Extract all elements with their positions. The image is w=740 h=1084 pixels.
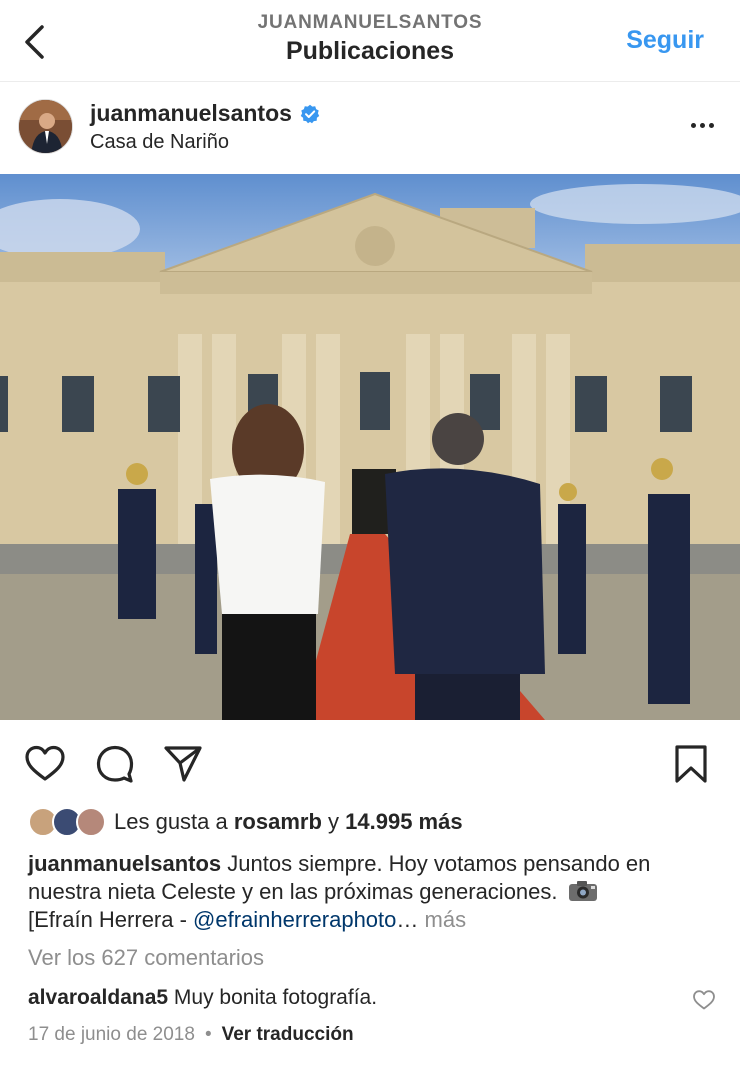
share-button[interactable] bbox=[162, 744, 204, 784]
comment-icon bbox=[96, 745, 134, 783]
likes-count[interactable]: 14.995 más bbox=[345, 809, 462, 834]
save-button[interactable] bbox=[670, 744, 712, 784]
liker-username[interactable]: rosamrb bbox=[234, 809, 322, 834]
comment-text: Muy bonita fotografía. bbox=[168, 986, 378, 1009]
caption-more-link[interactable]: más bbox=[425, 907, 467, 932]
caption-mention[interactable]: @efrainherreraphoto bbox=[193, 907, 396, 932]
top-bar: JUANMANUELSANTOS Publicaciones Seguir bbox=[0, 0, 740, 82]
see-translation-link[interactable]: Ver traducción bbox=[222, 1024, 354, 1046]
like-button[interactable] bbox=[24, 744, 66, 784]
liker-avatar bbox=[76, 807, 106, 837]
comment-username[interactable]: alvaroaldana5 bbox=[28, 986, 168, 1009]
liker-avatars bbox=[28, 807, 106, 837]
post-photo[interactable] bbox=[0, 174, 740, 720]
post-username[interactable]: juanmanuelsantos bbox=[90, 100, 292, 127]
post-date: 17 de junio de 2018 bbox=[28, 1024, 195, 1045]
palace-photo bbox=[0, 174, 740, 720]
action-bar bbox=[0, 720, 740, 806]
comment-heart-icon[interactable] bbox=[692, 989, 716, 1011]
meta-separator: • bbox=[204, 1024, 212, 1045]
verified-badge-icon bbox=[300, 104, 320, 123]
avatar[interactable] bbox=[18, 99, 73, 154]
post-caption: juanmanuelsantos Juntos siempre. Hoy vot… bbox=[28, 850, 718, 934]
likes-connector: y bbox=[321, 809, 346, 834]
avatar-image bbox=[19, 100, 72, 153]
follow-button[interactable]: Seguir bbox=[626, 26, 704, 55]
post-header: juanmanuelsantos Casa de Nariño bbox=[0, 82, 740, 174]
caption-credit: [Efraín Herrera - bbox=[28, 907, 194, 932]
more-options-button[interactable] bbox=[684, 110, 720, 140]
comment-item: alvaroaldana5 Muy bonita fotografía. bbox=[28, 986, 377, 1010]
camera-emoji-icon bbox=[568, 881, 597, 901]
likes-row[interactable]: Les gusta a rosamrb y 14.995 más bbox=[28, 805, 463, 839]
share-icon bbox=[164, 746, 202, 782]
heart-icon bbox=[25, 745, 65, 781]
more-options-icon bbox=[690, 122, 696, 128]
caption-username[interactable]: juanmanuelsantos bbox=[28, 851, 221, 876]
post-location[interactable]: Casa de Nariño bbox=[90, 131, 229, 154]
likes-text: Les gusta a rosamrb y 14.995 más bbox=[114, 809, 463, 835]
view-all-comments-link[interactable]: Ver los 627 comentarios bbox=[28, 945, 264, 971]
likes-prefix: Les gusta a bbox=[114, 809, 234, 834]
post-username-row: juanmanuelsantos bbox=[90, 100, 320, 127]
comment-button[interactable] bbox=[94, 744, 136, 784]
post-meta: 17 de junio de 2018 • Ver traducción bbox=[28, 1024, 354, 1046]
bookmark-icon bbox=[675, 745, 707, 783]
caption-ellipsis: … bbox=[396, 907, 425, 932]
